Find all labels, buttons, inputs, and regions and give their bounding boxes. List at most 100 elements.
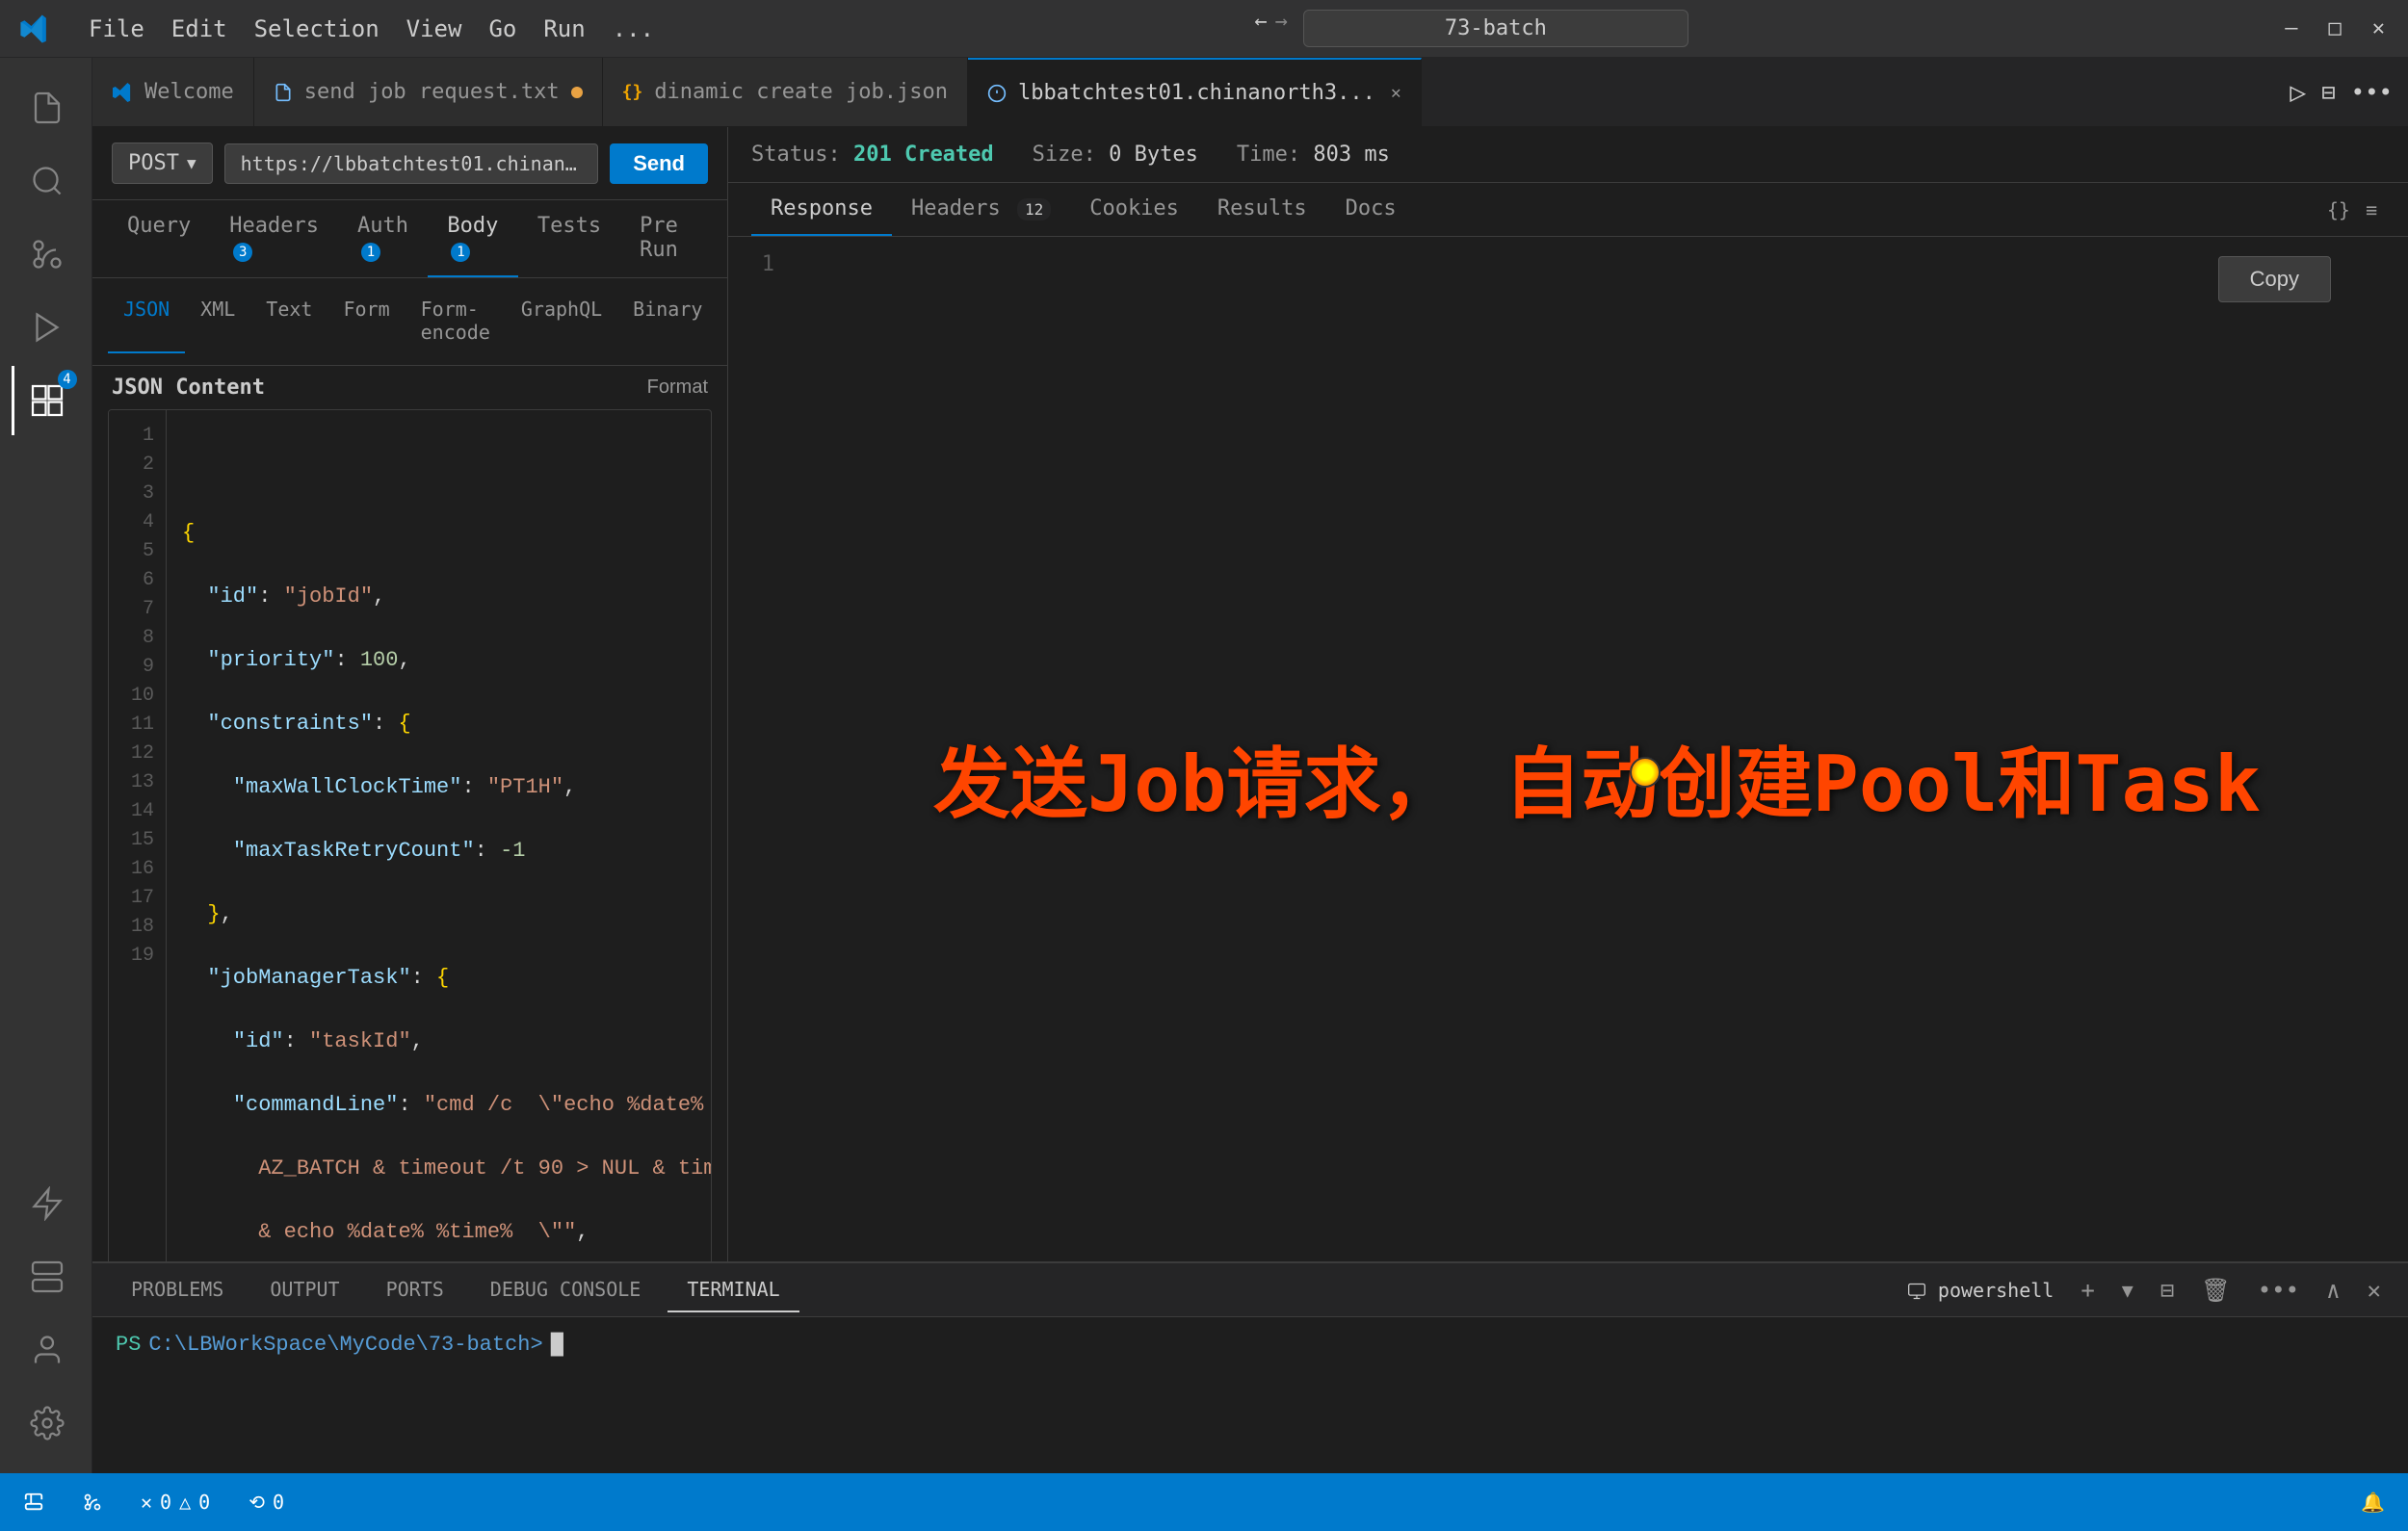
resp-tab-cookies[interactable]: Cookies [1070,183,1198,236]
search-bar: ← → 73-batch [689,10,2254,47]
resp-json-icon[interactable]: {} [2327,198,2350,221]
tab-lbbatchtest[interactable]: lbbatchtest01.chinanorth3... ✕ [968,58,1422,126]
req-tab-prerun[interactable]: Pre Run [620,200,712,277]
request-tabs: Query Headers 3 Auth 1 Body 1 Tests Pre … [92,200,727,278]
bell-icon: 🔔 [2361,1491,2385,1514]
menu-more[interactable]: ... [601,12,666,46]
format-graphql[interactable]: GraphQL [506,290,617,353]
code-content[interactable]: { "id": "jobId", "priority": 100, "const… [167,410,711,1303]
method-select[interactable]: POST ▼ [112,143,213,184]
format-xml[interactable]: XML [185,290,250,353]
nav-back[interactable]: ← [1254,10,1267,47]
run-icon[interactable]: ▷ [2290,76,2306,108]
time-label: Time: [1237,143,1300,167]
response-tabs: Response Headers 12 Cookies Results Docs… [728,183,2408,237]
remote-count: 0 [273,1491,284,1514]
menu-go[interactable]: Go [477,12,528,46]
req-tab-auth[interactable]: Auth 1 [338,200,428,277]
resp-tab-results[interactable]: Results [1198,183,1326,236]
time-item: Time: 803 ms [1237,143,1390,167]
terminal-shell-label: powershell [1899,1275,2061,1306]
menu-file[interactable]: File [77,12,156,46]
resp-headers-badge: 12 [1017,198,1051,221]
activity-account[interactable] [12,1315,81,1385]
req-tab-tests[interactable]: Tests [518,200,620,277]
send-button[interactable]: Send [610,143,708,184]
status-remote[interactable] [15,1473,52,1531]
status-bar: ✕ 0 △ 0 ⟲ 0 🔔 [0,1473,2408,1531]
bottom-tab-ports[interactable]: PORTS [367,1268,463,1312]
activity-search[interactable] [12,146,81,216]
status-bell[interactable]: 🔔 [2353,1473,2393,1531]
size-label: Size: [1033,143,1096,167]
warning-count: 0 [198,1491,210,1514]
extensions-badge: 4 [58,370,77,389]
nav-forward[interactable]: → [1275,10,1288,47]
terminal-more-icon[interactable]: ••• [2250,1273,2307,1308]
tab-dinamic[interactable]: {} dinamic create job.json [603,58,968,126]
url-bar: POST ▼ https://lbbatchtest01.chinanorth3… [92,127,727,200]
req-tab-body[interactable]: Body 1 [428,200,517,277]
status-git[interactable] [75,1473,110,1531]
terminal-up-icon[interactable]: ∧ [2318,1273,2347,1308]
terminal-body[interactable]: PS C:\LBWorkSpace\MyCode\73-batch> █ [92,1317,2408,1473]
tab-send-job[interactable]: send job request.txt [254,58,603,126]
resp-tab-docs[interactable]: Docs [1326,183,1416,236]
tab-close-button[interactable]: ✕ [1391,83,1401,103]
resp-tab-response[interactable]: Response [751,183,892,236]
req-tab-headers[interactable]: Headers 3 [210,200,338,277]
menu-run[interactable]: Run [532,12,596,46]
maximize-button[interactable]: □ [2321,13,2349,44]
terminal-delete-icon[interactable]: 🗑 [2193,1273,2238,1308]
code-editor[interactable]: 12345 678910 1112131415 16171819 { "id":… [108,409,712,1304]
menu-selection[interactable]: Selection [243,12,391,46]
close-button[interactable]: ✕ [2365,13,2393,44]
format-form-encode[interactable]: Form-encode [406,290,506,353]
status-errors[interactable]: ✕ 0 △ 0 [133,1473,218,1531]
terminal-dropdown-icon[interactable]: ▼ [2114,1275,2141,1306]
format-button[interactable]: Format [647,376,708,399]
activity-bar: 4 [0,58,92,1473]
tab-welcome[interactable]: Welcome [92,58,254,126]
terminal-close-icon[interactable]: ✕ [2360,1273,2389,1308]
bottom-tab-problems[interactable]: PROBLEMS [112,1268,243,1312]
bottom-tab-debug[interactable]: DEBUG CONSOLE [471,1268,661,1312]
activity-source-control[interactable] [12,220,81,289]
bottom-tab-terminal[interactable]: TERMINAL [667,1268,798,1312]
response-body: 1 发送Job请求， 自动创建Pool和Task Copy [728,237,2408,1319]
status-item: Status: 201 Created [751,143,994,167]
activity-explorer[interactable] [12,73,81,143]
menu-view[interactable]: View [395,12,474,46]
minimize-button[interactable]: — [2277,13,2305,44]
resp-list-icon[interactable]: ≡ [2366,198,2377,221]
activity-remote[interactable] [12,1242,81,1311]
format-text[interactable]: Text [250,290,327,353]
menu-edit[interactable]: Edit [160,12,239,46]
format-form[interactable]: Form [327,290,405,353]
search-input[interactable]: 73-batch [1303,10,1688,47]
terminal-add-icon[interactable]: + [2073,1273,2102,1308]
tab-bar-controls: ▷ ⊟ ••• [2274,58,2408,126]
activity-extensions[interactable]: 4 [12,366,81,435]
tab-lbbatchtest-label: lbbatchtest01.chinanorth3... [1018,81,1375,105]
split-editor-icon[interactable]: ⊟ [2321,79,2335,106]
req-tab-query[interactable]: Query [108,200,210,277]
format-json[interactable]: JSON [108,290,185,353]
copy-button[interactable]: Copy [2218,256,2331,302]
tab-modified-dot [571,87,583,98]
json-content-header: JSON Content Format [92,366,727,409]
response-line-numbers: 1 [728,237,786,1319]
terminal-split-icon[interactable]: ⊟ [2153,1273,2182,1308]
activity-debug[interactable] [12,293,81,362]
status-remote-indicator[interactable]: ⟲ 0 [241,1473,292,1531]
tab-bar-more-icon[interactable]: ••• [2351,79,2393,106]
resp-tab-headers[interactable]: Headers 12 [892,183,1070,236]
tab-send-job-label: send job request.txt [304,80,560,104]
activity-settings[interactable] [12,1388,81,1458]
activity-thunder[interactable] [12,1169,81,1238]
url-input[interactable]: https://lbbatchtest01.chinanorth3.batch.… [224,143,599,184]
request-panel: POST ▼ https://lbbatchtest01.chinanorth3… [92,127,728,1319]
vscode-logo [15,10,54,48]
format-binary[interactable]: Binary [617,290,718,353]
bottom-tab-output[interactable]: OUTPUT [250,1268,358,1312]
